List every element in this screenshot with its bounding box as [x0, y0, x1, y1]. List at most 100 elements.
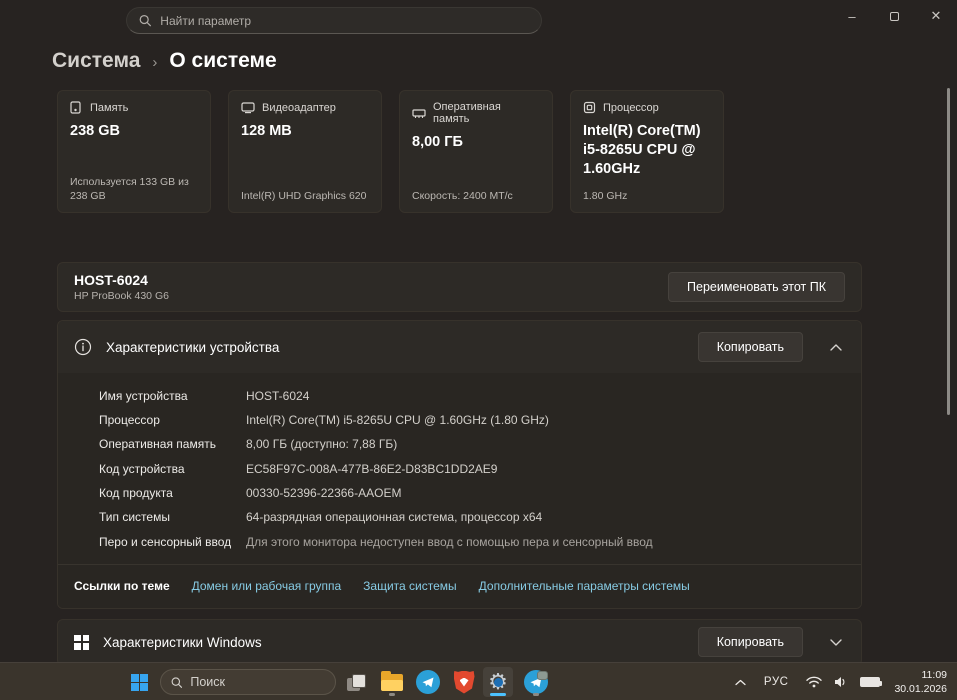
- system-tray: РУС 11:09 30.01.2026: [729, 663, 957, 700]
- language-indicator[interactable]: РУС: [752, 663, 801, 700]
- spec-value: 00330-52396-22366-AAOEM: [246, 486, 402, 501]
- speaker-icon: [835, 677, 845, 687]
- windows-specs-card[interactable]: Характеристики Windows Копировать: [57, 618, 862, 666]
- card-detail: Intel(R) UHD Graphics 620: [241, 189, 367, 202]
- folder-icon: [381, 670, 403, 691]
- search-icon: [139, 14, 151, 27]
- related-links-row: Ссылки по теме Домен или рабочая группа …: [58, 563, 861, 608]
- device-specs-card: Характеристики устройства Копировать Имя…: [57, 320, 862, 609]
- telegram-icon: [416, 670, 440, 694]
- spec-label: Оперативная память: [99, 437, 216, 452]
- taskbar: ⚙ РУС: [0, 662, 957, 700]
- card-value: Intel(R) Core(TM) i5-8265U CPU @ 1.60GHz: [583, 123, 701, 177]
- taskbar-search-input[interactable]: [190, 675, 325, 689]
- card-label: Оперативная память: [433, 101, 501, 125]
- card-label: Процессор: [603, 101, 659, 114]
- maximize-icon: [889, 11, 899, 21]
- settings-button[interactable]: ⚙: [483, 667, 513, 697]
- spec-row: Код устройства EC58F97C-008A-477B-86E2-D8…: [58, 457, 861, 481]
- telegram-desktop-button[interactable]: [521, 667, 551, 697]
- minimize-button[interactable]: –: [831, 0, 873, 32]
- breadcrumb-separator: ›: [152, 53, 158, 71]
- spec-label: Имя устройства: [99, 388, 188, 403]
- spec-row: Оперативная память 8,00 ГБ (доступно: 7,8…: [58, 433, 861, 457]
- start-button[interactable]: [124, 667, 154, 697]
- spec-label: Код продукта: [99, 486, 173, 501]
- titlebar: – ✕: [0, 0, 957, 36]
- ram-icon: [412, 108, 426, 118]
- link-advanced-system-settings[interactable]: Дополнительные параметры системы: [479, 579, 690, 593]
- brave-button[interactable]: [449, 667, 479, 697]
- spec-row: Процессор Intel(R) Core(TM) i5-8265U CPU …: [58, 408, 861, 432]
- settings-search-box[interactable]: [126, 7, 542, 34]
- copy-device-specs-button[interactable]: Копировать: [697, 332, 803, 362]
- storage-icon: [70, 101, 81, 114]
- breadcrumb: Система › О системе: [52, 49, 957, 73]
- volume-button[interactable]: [828, 663, 854, 700]
- info-icon: [74, 338, 92, 356]
- spec-value: HOST-6024: [246, 388, 310, 403]
- windows-start-icon: [130, 673, 148, 691]
- device-specs-body: Имя устройства HOST-6024 Процессор Intel(R…: [58, 373, 861, 564]
- telegram-button[interactable]: [413, 667, 443, 697]
- card-storage: Память 238 GB Используется 133 GB из 238…: [57, 90, 211, 213]
- spec-row: Имя устройства HOST-6024: [58, 384, 861, 408]
- card-detail: Скорость: 2400 МТ/с: [412, 189, 513, 202]
- spec-row: Тип системы 64-разрядная операционная сис…: [58, 506, 861, 530]
- device-info: HOST-6024 HP ProBook 430 G6: [74, 272, 169, 302]
- gpu-icon: [241, 102, 255, 114]
- wifi-icon: [806, 676, 823, 688]
- maximize-button[interactable]: [873, 0, 915, 32]
- tray-time: 11:09: [921, 668, 948, 681]
- spec-label: Код устройства: [99, 461, 185, 476]
- close-button[interactable]: ✕: [915, 0, 957, 32]
- copy-windows-specs-button[interactable]: Копировать: [697, 627, 803, 658]
- gear-center-dot: [493, 678, 503, 688]
- battery-button[interactable]: [854, 663, 886, 700]
- window-controls: – ✕: [831, 0, 957, 32]
- spec-label: Тип системы: [99, 510, 170, 525]
- chevron-up-icon[interactable]: [827, 338, 845, 356]
- scrollbar-thumb[interactable]: [947, 88, 950, 415]
- telegram-icon: [524, 670, 548, 694]
- cpu-icon: [583, 101, 596, 114]
- card-value: 238 GB: [70, 123, 120, 139]
- card-detail: Используется 133 GB из 238 GB: [70, 175, 189, 202]
- wifi-button[interactable]: [800, 663, 828, 700]
- card-detail: 1.80 GHz: [583, 189, 628, 202]
- brave-icon: [453, 670, 475, 694]
- search-icon: [171, 676, 183, 688]
- card-value: 8,00 ГБ: [412, 134, 463, 150]
- card-ram: Оперативная память 8,00 ГБ Скорость: 240…: [399, 90, 553, 213]
- tray-overflow-button[interactable]: [729, 663, 752, 700]
- spec-value: Intel(R) Core(TM) i5-8265U CPU @ 1.60GHz…: [246, 412, 549, 427]
- task-view-icon: [343, 671, 369, 693]
- windows-specs-title: Характеристики Windows: [103, 634, 262, 650]
- minimize-icon: –: [848, 8, 856, 24]
- breadcrumb-system[interactable]: Система: [52, 49, 140, 73]
- settings-search-input[interactable]: [160, 13, 529, 28]
- device-model: HP ProBook 430 G6: [74, 289, 169, 302]
- link-system-protection[interactable]: Защита системы: [363, 579, 456, 593]
- related-links-label: Ссылки по теме: [74, 579, 170, 594]
- clock[interactable]: 11:09 30.01.2026: [886, 668, 957, 696]
- link-domain-workgroup[interactable]: Домен или рабочая группа: [192, 579, 342, 593]
- taskbar-search-box[interactable]: [160, 669, 336, 695]
- close-icon: ✕: [930, 8, 942, 23]
- spec-label: Процессор: [99, 412, 160, 427]
- task-view-button[interactable]: [341, 667, 371, 697]
- rename-pc-button[interactable]: Переименовать этот ПК: [668, 272, 845, 302]
- spec-value: 8,00 ГБ (доступно: 7,88 ГБ): [246, 437, 398, 452]
- card-gpu: Видеоадаптер 128 MB Intel(R) UHD Graphic…: [228, 90, 382, 213]
- chevron-up-icon: [735, 679, 746, 685]
- file-explorer-button[interactable]: [377, 667, 407, 697]
- card-label: Память: [90, 101, 129, 114]
- windows-logo-icon: [74, 634, 89, 650]
- card-cpu: Процессор Intel(R) Core(TM) i5-8265U CPU…: [570, 90, 724, 213]
- spec-row: Перо и сенсорный ввод Для этого монитора …: [58, 530, 861, 554]
- device-specs-title: Характеристики устройства: [106, 339, 280, 355]
- page-title: О системе: [169, 49, 277, 72]
- chevron-down-icon[interactable]: [827, 633, 845, 651]
- summary-cards: Память 238 GB Используется 133 GB из 238…: [57, 90, 957, 213]
- device-specs-header[interactable]: Характеристики устройства Копировать: [58, 321, 861, 373]
